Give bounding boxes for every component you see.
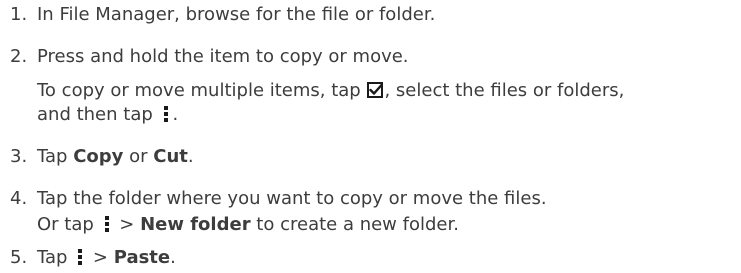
more-vertical-icon (103, 215, 111, 233)
step-2-note-part-2: , select the files or folders, (384, 80, 625, 101)
step-2-note-line-2-part-2: . (172, 104, 179, 125)
cut-label: Cut (153, 146, 188, 167)
step-4-note-pre: Or tap (37, 214, 100, 235)
step-4-text: Tap the folder where you want to copy or… (37, 188, 547, 209)
copy-label: Copy (73, 146, 124, 167)
new-folder-label: New folder (140, 214, 251, 235)
step-3-pre: Tap (37, 146, 74, 167)
more-vertical-icon (76, 248, 84, 266)
step-3-number: 3. (10, 146, 28, 167)
step-4-note-post: to create a new folder. (250, 214, 459, 235)
step-4-number: 4. (10, 188, 28, 209)
step-2-text: Press and hold the item to copy or move. (37, 46, 409, 67)
step-5-number: 5. (10, 247, 28, 268)
step-2-note-part-1: To copy or move multiple items, tap (37, 80, 367, 101)
step-3-text: Tap Copy or Cut. (37, 145, 194, 169)
paste-label: Paste (113, 247, 171, 268)
instruction-steps: 1. In File Manager, browse for the file … (0, 0, 741, 270)
step-5-post: . (170, 247, 176, 268)
step-1-text: In File Manager, browse for the file or … (37, 4, 436, 25)
step-3-post: . (187, 146, 194, 167)
step-3-mid: or (123, 146, 154, 167)
step-1-number: 1. (10, 4, 28, 25)
step-5-pre: Tap (37, 247, 74, 268)
checkbox-icon (367, 81, 384, 98)
more-vertical-icon (162, 105, 170, 123)
step-2-note-line-2: and then tap . (37, 103, 178, 127)
step-2-number: 2. (10, 46, 28, 67)
step-2-note-line-1: To copy or move multiple items, tap , se… (37, 79, 624, 103)
step-4-note-mid: > (113, 214, 141, 235)
step-5-mid: > (87, 247, 114, 268)
step-5-text: Tap > Paste. (37, 246, 176, 270)
step-2-note-line-2-part-1: and then tap (37, 104, 159, 125)
step-4-note: Or tap > New folder to create a new fold… (37, 213, 459, 237)
